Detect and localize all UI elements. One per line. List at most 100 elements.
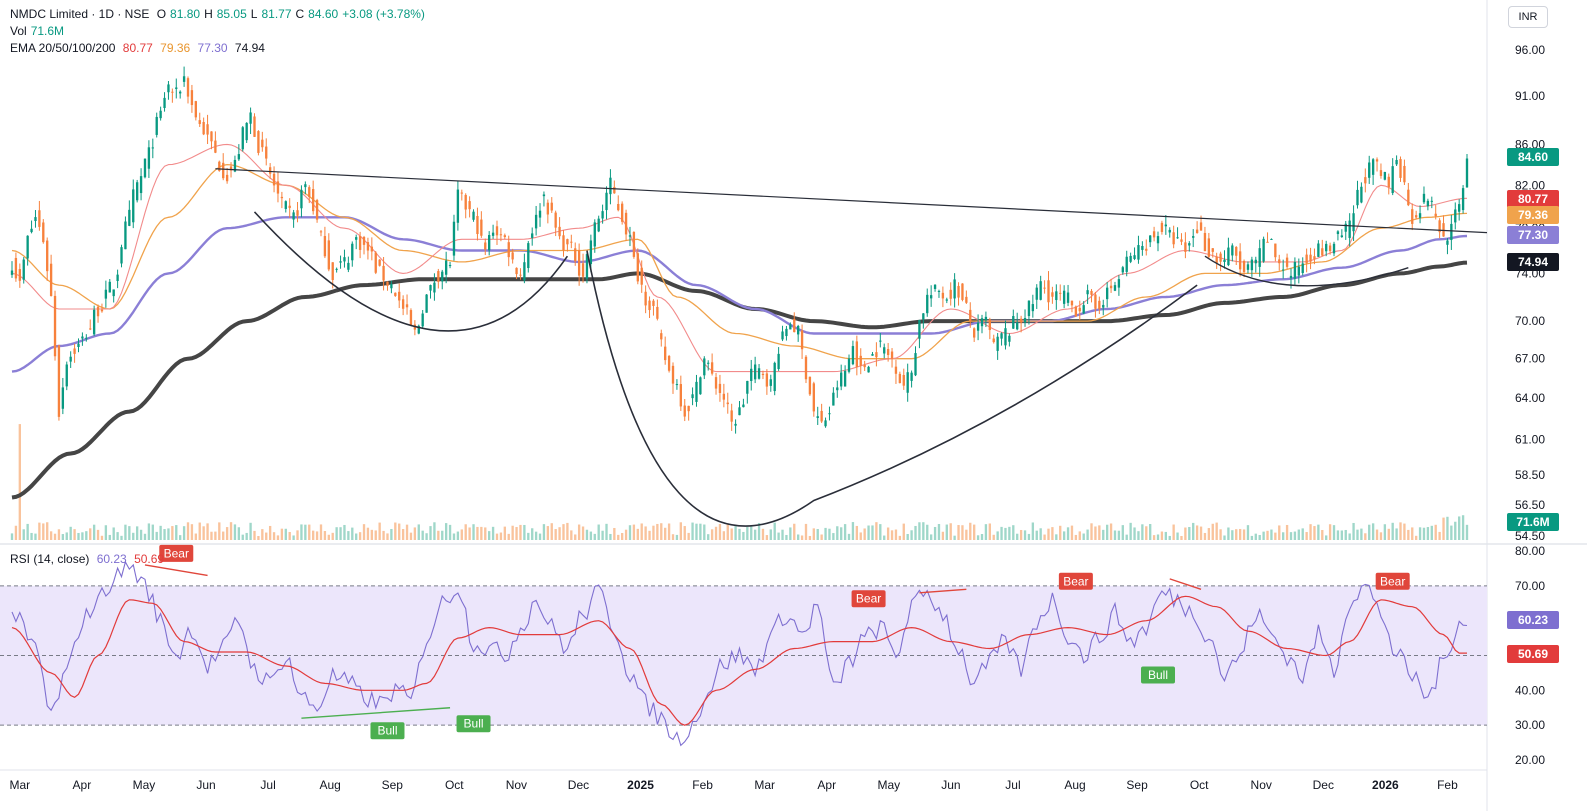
candle-body <box>171 91 174 93</box>
volume-bar <box>77 532 80 540</box>
ema-legend[interactable]: EMA 20/50/100/200 80.77 79.36 77.30 74.9… <box>10 40 269 56</box>
last-price-tag: 79.36 <box>1507 206 1559 224</box>
candle-body <box>628 235 632 237</box>
candle-body <box>182 76 186 82</box>
last-price-tag-text: 74.94 <box>1518 255 1548 269</box>
candle-body <box>1211 248 1214 252</box>
chart-canvas[interactable]: 80.0070.0060.0050.0040.0030.0020.00BearB… <box>0 0 1587 811</box>
time-tick-label: Nov <box>1251 778 1272 792</box>
volume-bar <box>1133 527 1136 540</box>
volume-bar <box>225 527 229 540</box>
volume-bar <box>1426 527 1430 540</box>
volume-bar <box>1391 522 1394 540</box>
candle-body <box>1227 247 1230 266</box>
candle-body <box>10 270 14 275</box>
volume-bar <box>1403 523 1406 540</box>
volume-bar <box>171 526 174 540</box>
volume-bar <box>929 534 933 540</box>
volume-bar <box>883 535 886 540</box>
candle-body <box>421 313 424 327</box>
volume-bar <box>347 531 350 540</box>
volume-bar <box>722 531 726 540</box>
volume-bar <box>343 524 346 540</box>
volume-bar <box>742 531 745 540</box>
volume-bar <box>421 530 424 540</box>
rsi-tick-label: 70.00 <box>1515 579 1545 593</box>
volume-bar <box>1344 529 1347 540</box>
last-price-tag: 77.30 <box>1507 226 1559 244</box>
candle-body <box>1098 300 1101 309</box>
volume-bar <box>624 529 628 540</box>
volume-bar <box>92 524 96 540</box>
volume-value: 71.6M <box>30 24 65 38</box>
volume-bar <box>1039 528 1042 540</box>
candle-body <box>1262 238 1265 262</box>
candle-body <box>468 201 471 210</box>
volume-bar <box>139 529 143 540</box>
candle-body <box>276 181 280 194</box>
volume-bar <box>468 527 471 540</box>
volume-bar <box>268 525 272 540</box>
candle-body <box>527 243 530 269</box>
candle-body <box>1379 170 1383 176</box>
candle-body <box>143 158 147 178</box>
volume-bar <box>245 532 248 540</box>
volume-bar <box>124 524 127 540</box>
volume-bar <box>1152 535 1156 540</box>
volume-bar <box>836 526 839 540</box>
volume-bar <box>1454 521 1457 540</box>
candle-body <box>1278 259 1281 264</box>
volume-label: Vol <box>10 24 27 38</box>
candle-body <box>335 268 338 270</box>
candle-body <box>933 284 937 289</box>
currency-button[interactable]: INR <box>1508 6 1548 28</box>
volume-bar <box>789 527 792 540</box>
candle-body <box>949 289 952 299</box>
candle-body <box>1352 213 1355 232</box>
candle-body <box>922 313 925 320</box>
candle-body <box>765 373 769 387</box>
candle-body <box>401 299 405 309</box>
rsi-legend[interactable]: RSI (14, close) 60.23 50.69 <box>10 551 168 567</box>
candle-body <box>1223 259 1226 262</box>
volume-bar <box>1352 522 1355 540</box>
volume-bar <box>984 524 988 540</box>
volume-bar <box>1434 524 1437 540</box>
candle-body <box>687 405 690 412</box>
volume-bar <box>1055 534 1058 540</box>
candle-body <box>358 236 362 250</box>
candle-body <box>840 372 843 387</box>
candle-body <box>128 209 131 226</box>
candle-body <box>793 319 796 333</box>
volume-bar <box>632 524 636 540</box>
volume-bar <box>1211 523 1214 540</box>
volume-bar <box>401 529 405 540</box>
candle-body <box>132 189 135 223</box>
candle-body <box>546 202 550 215</box>
volume-bar <box>464 524 467 540</box>
volume-bar <box>593 533 596 540</box>
candle-body <box>742 404 745 408</box>
volume-legend[interactable]: Vol 71.6M <box>10 23 68 39</box>
candle-body <box>613 186 616 194</box>
candle-body <box>175 87 178 89</box>
candle-body <box>969 309 972 322</box>
candle-body <box>1027 300 1031 317</box>
candle-body <box>1313 256 1316 260</box>
volume-bar <box>405 524 409 540</box>
candle-body <box>941 292 945 299</box>
candle-body <box>210 131 213 142</box>
candle-body <box>1446 240 1449 245</box>
volume-bar <box>253 530 256 540</box>
candle-body <box>124 221 127 250</box>
volume-bar <box>1446 516 1449 540</box>
volume-bar <box>304 524 307 540</box>
candle-body <box>444 260 448 275</box>
symbol-legend[interactable]: NMDC Limited · 1D · NSE O 81.80 H 85.05 L 81.… <box>10 6 433 22</box>
candle-body <box>214 140 217 153</box>
volume-bar <box>1438 531 1441 540</box>
volume-bar <box>104 525 108 540</box>
volume-bar <box>1407 529 1410 540</box>
volume-bar <box>843 524 847 540</box>
candle-body <box>1422 193 1426 203</box>
